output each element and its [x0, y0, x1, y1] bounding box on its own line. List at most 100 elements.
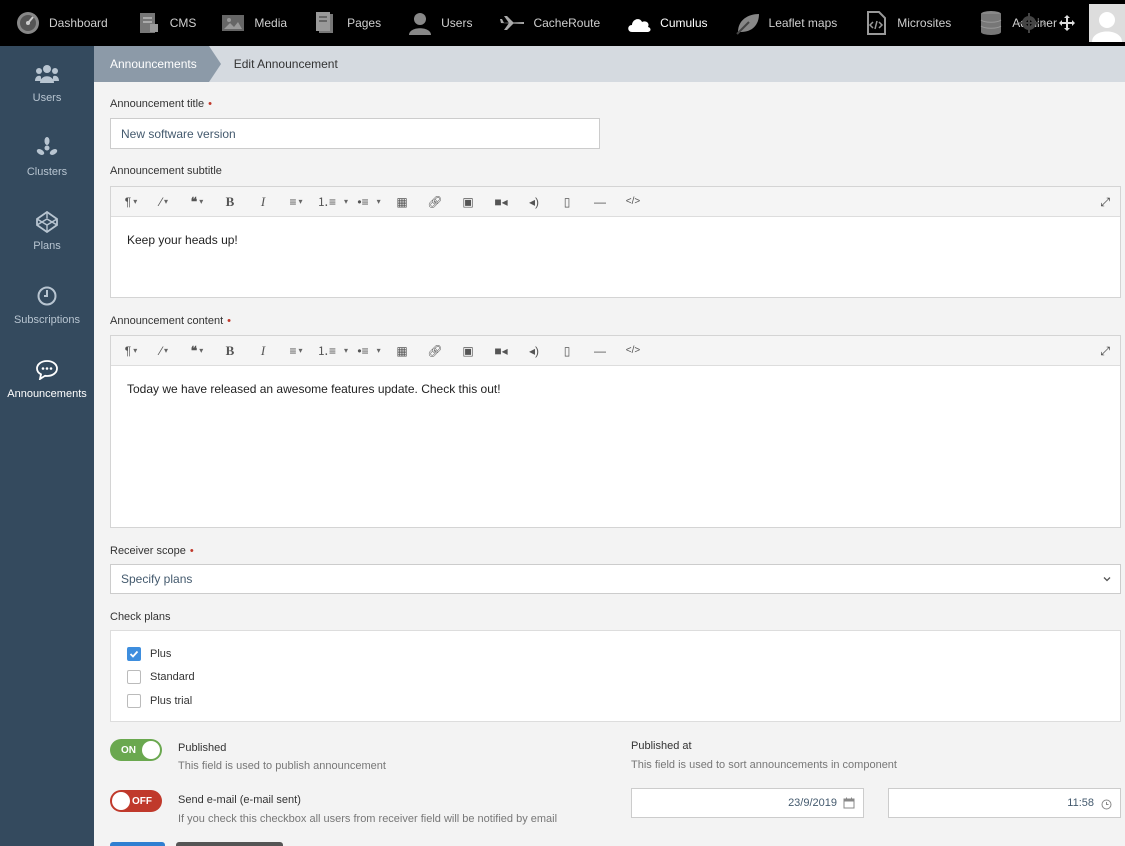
toggle-knob	[112, 792, 130, 810]
content-editor: ¶ ▾ ⁄ ▾ ❝ ▾ B I ≡ ▾ ⒈≡ ▾ •≡ ▾ ▦ 🔗︎ ▣ ■◂ ◂) ▯ —…	[110, 335, 1121, 528]
user-avatar[interactable]	[1089, 4, 1125, 42]
topnav-item-users[interactable]: Users	[407, 0, 472, 46]
code-view-button[interactable]: </>	[621, 336, 645, 366]
plan-checkbox-standard[interactable]: Standard	[127, 670, 195, 684]
subtitle-editor-content[interactable]: Keep your heads up!	[111, 217, 1120, 263]
horizontal-rule-icon: —	[594, 194, 607, 209]
required-marker: •	[227, 315, 231, 327]
link-button[interactable]: 🔗︎	[423, 336, 447, 366]
caret-down-icon: ▾	[199, 346, 204, 355]
sidebar-item-users[interactable]: Users	[0, 46, 94, 120]
chevron-right-icon: ›	[1041, 17, 1045, 29]
topnav-item-microsites[interactable]: Microsites	[863, 0, 951, 46]
published-at-help: This field is used to sort announcements…	[631, 759, 897, 771]
bold-button[interactable]: B	[218, 187, 242, 217]
image-button[interactable]: ▣	[456, 336, 480, 366]
receiver-scope-value: Specify plans	[121, 572, 193, 586]
quote-icon: ❝	[190, 343, 198, 358]
topnav-item-cacheroute[interactable]: CacheRoute	[499, 0, 600, 46]
video-button[interactable]: ■◂	[489, 187, 513, 217]
published-toggle[interactable]: ON	[110, 739, 162, 761]
fullscreen-button[interactable]: ⤢	[1100, 336, 1110, 366]
topnav-item-dashboard[interactable]: Dashboard	[15, 0, 108, 46]
send-email-toggle[interactable]: OFF	[110, 790, 162, 812]
sidebar-item-announcements[interactable]: Announcements	[0, 342, 94, 416]
topnav-item-leaflet-maps[interactable]: Leaflet maps	[735, 0, 837, 46]
italic-button[interactable]: I	[251, 187, 275, 217]
link-button[interactable]: 🔗︎	[423, 187, 447, 217]
published-title: Published	[178, 742, 227, 754]
table-button[interactable]: ▦	[390, 336, 414, 366]
align-button[interactable]: ≡ ▾	[284, 187, 308, 217]
checkbox-unchecked[interactable]	[127, 694, 141, 708]
align-left-icon: ≡	[289, 343, 297, 358]
style-button[interactable]: ⁄ ▾	[152, 336, 176, 366]
file-button[interactable]: ▯	[555, 187, 579, 217]
table-icon: ▦	[396, 343, 408, 358]
table-button[interactable]: ▦	[390, 187, 414, 217]
sidebar-item-clusters[interactable]: Clusters	[0, 120, 94, 194]
audio-button[interactable]: ◂)	[522, 336, 546, 366]
topnav-item-media[interactable]: Media	[220, 0, 287, 46]
breadcrumb-parent[interactable]: Announcements	[94, 46, 221, 82]
image-button[interactable]: ▣	[456, 187, 480, 217]
code-icon: </>	[625, 345, 641, 356]
save-button[interactable]	[110, 842, 165, 846]
topnav-item-cms[interactable]: CMS	[136, 0, 197, 46]
published-date-input[interactable]: 23/9/2019	[631, 788, 864, 818]
code-view-button[interactable]: </>	[621, 187, 645, 217]
settings-gear-icon[interactable]: ›	[1018, 12, 1045, 34]
image-icon: ▣	[462, 194, 474, 209]
caret-down-icon: ▾	[344, 346, 349, 355]
checkbox-label: Plus trial	[150, 695, 193, 707]
subtitle-editor: ¶ ▾ ⁄ ▾ ❝ ▾ B I ≡ ▾ ⒈≡ ▾ •≡ ▾ ▦ 🔗︎ ▣ ■◂ ◂) ▯ —…	[110, 186, 1121, 298]
horizontal-rule-button[interactable]: —	[588, 187, 612, 217]
checkbox-checked[interactable]	[127, 647, 141, 661]
move-arrows-icon[interactable]	[1059, 15, 1075, 31]
plans-icon	[35, 210, 59, 234]
ordered-list-button[interactable]: ⒈≡ ▾	[317, 187, 348, 217]
sidebar-item-subscriptions[interactable]: Subscriptions	[0, 268, 94, 342]
video-button[interactable]: ■◂	[489, 336, 513, 366]
file-button[interactable]: ▯	[555, 336, 579, 366]
italic-button[interactable]: I	[251, 336, 275, 366]
paragraph-icon: ¶	[124, 343, 132, 358]
bold-icon: B	[225, 342, 235, 358]
italic-icon: I	[260, 193, 266, 209]
topnav-label: Microsites	[897, 16, 952, 30]
unordered-list-button[interactable]: •≡ ▾	[357, 187, 381, 217]
unordered-list-button[interactable]: •≡ ▾	[357, 336, 381, 366]
announcement-title-input[interactable]: New software version	[110, 118, 600, 149]
speaker-icon: ◂)	[529, 343, 540, 358]
save-and-close-button[interactable]	[176, 842, 283, 846]
published-help: This field is used to publish announceme…	[178, 760, 386, 772]
topnav-label: CMS	[169, 16, 197, 30]
topnav-item-pages[interactable]: Pages	[313, 0, 381, 46]
receiver-scope-select[interactable]: Specify plans	[110, 564, 1121, 594]
plan-checkbox-plus-trial[interactable]: Plus trial	[127, 694, 192, 708]
leaf-icon	[735, 10, 761, 36]
topnav-label: Media	[254, 16, 288, 30]
quote-button[interactable]: ❝ ▾	[185, 187, 209, 217]
content-editor-content[interactable]: Today we have released an awesome featur…	[111, 366, 1120, 412]
fullscreen-button[interactable]: ⤢	[1100, 187, 1110, 217]
scope-field-label: Receiver scope •	[110, 545, 194, 557]
video-camera-icon: ■◂	[494, 343, 508, 358]
checkbox-unchecked[interactable]	[127, 670, 141, 684]
horizontal-rule-button[interactable]: —	[588, 336, 612, 366]
audio-button[interactable]: ◂)	[522, 187, 546, 217]
sidebar-item-plans[interactable]: Plans	[0, 194, 94, 268]
style-button[interactable]: ⁄ ▾	[152, 187, 176, 217]
quote-button[interactable]: ❝ ▾	[185, 336, 209, 366]
paragraph-format-button[interactable]: ¶ ▾	[119, 187, 143, 217]
ordered-list-button[interactable]: ⒈≡ ▾	[317, 336, 348, 366]
paragraph-format-button[interactable]: ¶ ▾	[119, 336, 143, 366]
user-icon	[407, 10, 433, 36]
published-time-input[interactable]: 11:58	[888, 788, 1121, 818]
bold-button[interactable]: B	[218, 336, 242, 366]
clock-small-icon	[1101, 799, 1112, 813]
breadcrumb-current: Edit Announcement	[233, 57, 338, 71]
topnav-item-cumulus[interactable]: Cumulus	[626, 0, 708, 46]
align-button[interactable]: ≡ ▾	[284, 336, 308, 366]
plan-checkbox-plus[interactable]: Plus	[127, 647, 171, 661]
